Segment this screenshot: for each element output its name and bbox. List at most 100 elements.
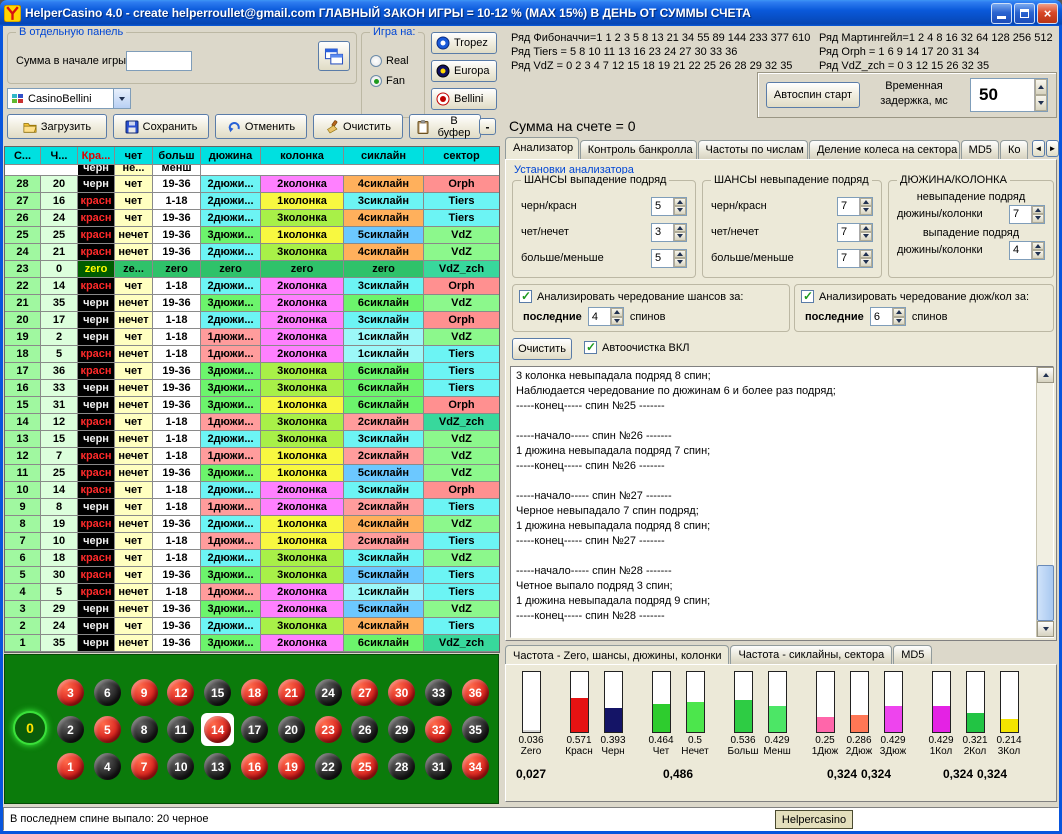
scroll-down-button[interactable] [1037,621,1054,637]
board-number-22[interactable]: 22 [315,753,342,780]
analyzer-log[interactable]: 3 колонка невыпадала подряд 8 спин;Наблю… [510,366,1054,638]
board-number-11[interactable]: 11 [167,716,194,743]
not-appear-spin-1-down-button[interactable] [860,206,872,215]
board-number-8[interactable]: 8 [131,716,158,743]
main-tab-5[interactable]: MD5 [961,140,999,159]
board-number-7[interactable]: 7 [131,753,158,780]
radio-real[interactable]: Real [370,55,409,67]
action-button-4[interactable]: Очистить [313,114,403,139]
board-number-36[interactable]: 36 [462,679,489,706]
board-number-19[interactable]: 19 [278,753,305,780]
board-number-27[interactable]: 27 [351,679,378,706]
main-tab-3[interactable]: Частоты по числам [698,140,808,159]
combo-dropdown-button[interactable] [113,89,130,108]
not-appear-spin-1-up-button[interactable] [860,198,872,207]
appear-spin-3-down-button[interactable] [674,258,686,267]
board-number-9[interactable]: 9 [131,679,158,706]
casino-button-tropez[interactable]: Tropez [431,32,497,54]
board-number-29[interactable]: 29 [388,716,415,743]
board-number-25[interactable]: 25 [351,753,378,780]
not-appear-spin-2[interactable]: 7 [837,223,873,242]
dozen-not-appear-spin-up-button[interactable] [1032,206,1044,215]
delay-down-button[interactable] [1035,95,1047,111]
action-button-3[interactable]: Отменить [215,114,307,139]
action-button-2[interactable]: Сохранить [113,114,209,139]
alt-chances-checkbox[interactable] [519,290,532,303]
start-sum-input[interactable] [126,51,192,71]
minimize-button[interactable] [991,3,1012,24]
scroll-thumb[interactable] [1037,565,1054,621]
not-appear-spin-1[interactable]: 7 [837,197,873,216]
maximize-button[interactable] [1014,3,1035,24]
log-clear-button[interactable]: Очистить [512,338,572,360]
board-number-14[interactable]: 14 [204,716,231,743]
alt-dozens-spins-up-button[interactable] [893,308,905,317]
log-scrollbar[interactable] [1036,367,1053,637]
alt-dozens-spins[interactable]: 6 [870,307,906,326]
board-number-28[interactable]: 28 [388,753,415,780]
board-number-21[interactable]: 21 [278,679,305,706]
board-number-23[interactable]: 23 [315,716,342,743]
board-number-4[interactable]: 4 [94,753,121,780]
dozen-appear-spin[interactable]: 4 [1009,241,1045,260]
casino-combo[interactable]: CasinoBellini [7,88,131,109]
main-tab-6[interactable]: Ко [1000,140,1028,159]
board-number-3[interactable]: 3 [57,679,84,706]
alt-dozens-checkbox[interactable] [801,290,814,303]
board-number-15[interactable]: 15 [204,679,231,706]
board-number-20[interactable]: 20 [278,716,305,743]
dozen-appear-spin-down-button[interactable] [1032,250,1044,259]
board-number-18[interactable]: 18 [241,679,268,706]
dozen-not-appear-spin[interactable]: 7 [1009,205,1045,224]
appear-spin-2-up-button[interactable] [674,224,686,233]
delay-input[interactable]: 50 [970,78,1048,112]
not-appear-spin-2-down-button[interactable] [860,232,872,241]
casino-button-europa[interactable]: Europa [431,60,497,82]
alt-chances-spins[interactable]: 4 [588,307,624,326]
not-appear-spin-3[interactable]: 7 [837,249,873,268]
action-button-5[interactable]: В буфер [409,114,481,139]
appear-spin-3[interactable]: 5 [651,249,687,268]
scroll-up-button[interactable] [1037,367,1054,383]
detach-panel-button[interactable] [318,41,350,71]
board-number-2[interactable]: 2 [57,716,84,743]
autospin-start-button[interactable]: Автоспин старт [766,82,860,108]
board-number-24[interactable]: 24 [315,679,342,706]
appear-spin-2-down-button[interactable] [674,232,686,241]
tabs-scroll-right-button[interactable] [1046,140,1059,157]
board-number-13[interactable]: 13 [204,753,231,780]
alt-dozens-spins-down-button[interactable] [893,317,905,326]
not-appear-spin-3-down-button[interactable] [860,258,872,267]
board-number-zero[interactable]: 0 [13,711,47,745]
autoclear-checkbox[interactable] [584,341,597,354]
board-number-10[interactable]: 10 [167,753,194,780]
appear-spin-1-up-button[interactable] [674,198,686,207]
board-number-30[interactable]: 30 [388,679,415,706]
board-number-34[interactable]: 34 [462,753,489,780]
board-number-31[interactable]: 31 [425,753,452,780]
main-tab-4[interactable]: Деление колеса на сектора [809,140,960,159]
alt-chances-spins-down-button[interactable] [611,317,623,326]
appear-spin-2[interactable]: 3 [651,223,687,242]
frequency-tab-3[interactable]: MD5 [893,645,932,664]
radio-fan[interactable]: Fan [370,75,409,87]
main-tab-2[interactable]: Контроль банкролла [580,140,697,159]
appear-spin-1-down-button[interactable] [674,206,686,215]
tabs-scroll-left-button[interactable] [1032,140,1045,157]
board-number-17[interactable]: 17 [241,716,268,743]
close-button[interactable]: × [1037,3,1058,24]
frequency-tab-1[interactable]: Частота - Zero, шансы, дюжины, колонки [505,645,729,664]
action-button-1[interactable]: Загрузить [7,114,107,139]
not-appear-spin-2-up-button[interactable] [860,224,872,233]
appear-spin-3-up-button[interactable] [674,250,686,259]
appear-spin-1[interactable]: 5 [651,197,687,216]
casino-button-bellini[interactable]: Bellini [431,88,497,110]
alt-chances-spins-up-button[interactable] [611,308,623,317]
not-appear-spin-3-up-button[interactable] [860,250,872,259]
board-number-33[interactable]: 33 [425,679,452,706]
delay-up-button[interactable] [1035,79,1047,95]
board-number-16[interactable]: 16 [241,753,268,780]
collapse-button[interactable]: - [479,118,496,135]
board-number-26[interactable]: 26 [351,716,378,743]
main-tab-1[interactable]: Анализатор [505,137,579,159]
